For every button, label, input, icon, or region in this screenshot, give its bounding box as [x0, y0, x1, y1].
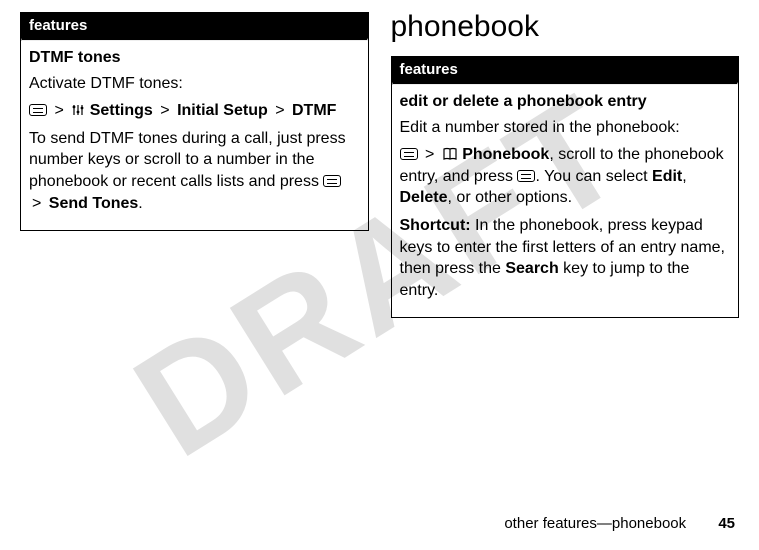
menu-key-icon [400, 148, 418, 160]
phonebook-label: Phonebook [462, 146, 549, 163]
body-part2: . You can select [535, 168, 652, 185]
period: . [138, 195, 142, 212]
comma: , [682, 168, 686, 185]
gt: > [51, 102, 66, 119]
gt: > [29, 195, 44, 212]
body-part1: To send DTMF tones during a call, just p… [29, 130, 346, 190]
section-heading: phonebook [391, 10, 740, 44]
settings-icon [71, 102, 85, 116]
body-part3: , or other options. [448, 189, 573, 206]
feature-header: features [392, 57, 739, 82]
feature-title: DTMF tones [29, 47, 360, 69]
nav-path: > Settings > Initial Setup > DTMF [29, 100, 360, 122]
intro-text: Activate DTMF tones: [29, 73, 360, 95]
gt: > [272, 102, 287, 119]
feature-body: DTMF tones Activate DTMF tones: > Settin… [21, 41, 368, 230]
feature-box-dtmf: features DTMF tones Activate DTMF tones:… [20, 12, 369, 231]
body-text: To send DTMF tones during a call, just p… [29, 128, 360, 214]
feature-title: edit or delete a phonebook entry [400, 91, 731, 113]
shortcut-label: Shortcut: [400, 217, 471, 234]
dtmf-label: DTMF [292, 102, 336, 119]
body-text: > Phonebook, scroll to the phonebook ent… [400, 144, 731, 209]
gt: > [157, 102, 172, 119]
page-footer: other features—phonebook 45 [504, 515, 735, 532]
feature-box-phonebook: features edit or delete a phonebook entr… [391, 56, 740, 318]
page-number: 45 [718, 515, 735, 532]
edit-label: Edit [652, 168, 682, 185]
left-column: features DTMF tones Activate DTMF tones:… [20, 12, 369, 318]
page-content: features DTMF tones Activate DTMF tones:… [0, 0, 759, 318]
menu-key-icon [323, 175, 341, 187]
phonebook-icon [442, 146, 458, 160]
delete-label: Delete [400, 189, 448, 206]
search-label: Search [505, 260, 558, 277]
intro-text: Edit a number stored in the phonebook: [400, 117, 731, 139]
menu-key-icon [29, 104, 47, 116]
footer-label: other features—phonebook [504, 515, 686, 532]
initial-setup-label: Initial Setup [177, 102, 268, 119]
settings-label: Settings [90, 102, 153, 119]
feature-header: features [21, 13, 368, 38]
feature-body: edit or delete a phonebook entry Edit a … [392, 85, 739, 317]
send-tones-label: Send Tones [49, 195, 139, 212]
menu-key-icon [517, 170, 535, 182]
right-column: phonebook features edit or delete a phon… [391, 12, 740, 318]
gt: > [422, 146, 437, 163]
shortcut-text: Shortcut: In the phonebook, press keypad… [400, 215, 731, 301]
